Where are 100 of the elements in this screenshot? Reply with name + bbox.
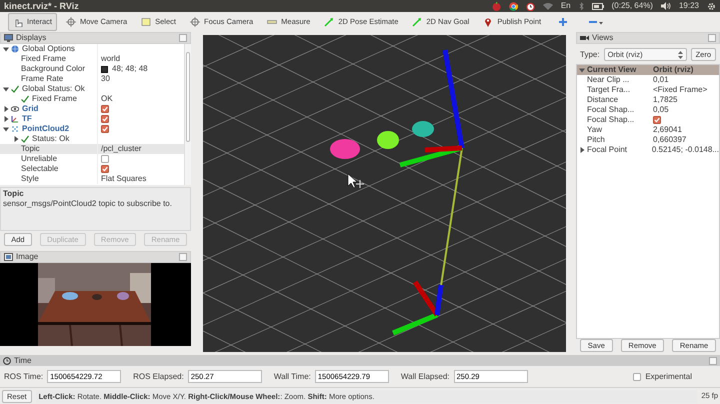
tree-value: 1,7825 <box>653 95 678 105</box>
tree-row[interactable]: Selectable <box>0 164 184 174</box>
tree-label: Global Options <box>22 44 75 54</box>
checkbox[interactable] <box>653 116 661 124</box>
tree-row[interactable]: Yaw 2,69041 <box>577 125 719 135</box>
tree-row[interactable]: Unreliable <box>0 154 184 164</box>
tree-value: 0,01 <box>653 75 669 85</box>
volume-icon[interactable] <box>660 2 671 10</box>
expand-arrow-icon[interactable] <box>579 147 585 153</box>
tree-row[interactable]: Distance 1,7825 <box>577 95 719 105</box>
checkbox-label: Experimental <box>645 372 692 382</box>
tree-label: Near Clip ... <box>587 75 630 85</box>
keyboard-layout[interactable]: En <box>560 1 571 11</box>
apple-icon[interactable] <box>492 2 501 10</box>
tree-label: TF <box>22 114 32 124</box>
expand-arrow-icon[interactable] <box>3 46 9 52</box>
expand-arrow-icon[interactable] <box>3 86 9 92</box>
ruler-icon <box>267 17 278 27</box>
tree-row[interactable]: Global Status: Ok <box>0 84 184 94</box>
field-label: ROS Time: <box>4 372 44 382</box>
window-title: kinect.rviz* - RViz <box>4 1 79 11</box>
tree-label: Focal Point <box>587 145 628 155</box>
clock[interactable]: 19:23 <box>678 1 699 11</box>
tree-row[interactable]: Focal Point 0.52145; -0.0148... <box>577 145 719 155</box>
tree-label: Global Status: Ok <box>22 84 85 94</box>
tree-label: Topic <box>21 144 40 154</box>
image-icon <box>4 253 13 261</box>
crosshair-icon <box>190 17 200 27</box>
tree-label: Target Fra... <box>587 85 630 95</box>
color-swatch-icon[interactable] <box>101 66 108 72</box>
tree-value: OK <box>101 94 113 104</box>
type-label: Type: <box>580 50 600 60</box>
panel-title: Views <box>592 33 614 43</box>
tree-row[interactable]: Pitch 0,660397 <box>577 135 719 145</box>
tree-row[interactable]: Frame Rate 30 <box>0 74 184 84</box>
tree-label: Grid <box>22 104 38 114</box>
tree-value: 48; 48; 48 <box>112 64 148 74</box>
field-label: Wall Time: <box>274 372 311 382</box>
tree-row[interactable]: Focal Shap... <box>577 115 719 125</box>
tree-label: Fixed Frame <box>32 94 77 104</box>
tree-row[interactable]: Fixed Frame world <box>0 54 184 64</box>
tree-row[interactable]: Target Fra... <Fixed Frame> <box>577 85 719 95</box>
settings-icon[interactable] <box>707 2 716 10</box>
tree-label: Background Color <box>21 64 86 74</box>
battery-icon[interactable] <box>592 2 604 10</box>
tree-header-row[interactable]: Current View Orbit (rviz) <box>577 65 719 75</box>
browser-icon[interactable] <box>508 2 518 10</box>
globe-icon <box>11 45 19 53</box>
tree-label: Pitch <box>587 135 605 145</box>
tree-label: Selectable <box>21 164 58 174</box>
arrow-icon <box>324 17 334 27</box>
tree-label: Style <box>21 174 39 184</box>
tree-label: Fixed Frame <box>21 54 66 64</box>
tree-value: 0,660397 <box>653 135 686 145</box>
tree-row[interactable]: Focal Shap... 0,05 <box>577 105 719 115</box>
tree-label: Distance <box>587 95 618 105</box>
tree-row[interactable]: Style Flat Squares <box>0 174 184 184</box>
wifi-icon[interactable] <box>542 2 553 10</box>
checkbox[interactable] <box>101 105 109 113</box>
tree-value: Orbit (rviz) <box>652 65 694 75</box>
checkbox[interactable] <box>101 115 109 123</box>
selection-icon <box>141 17 152 27</box>
axes-icon <box>11 115 19 123</box>
panel-title: Image <box>16 252 38 262</box>
checkbox[interactable] <box>101 155 109 163</box>
expand-arrow-icon[interactable] <box>579 67 585 73</box>
alarm-clock-icon[interactable] <box>526 2 535 10</box>
tree-row[interactable]: Fixed Frame OK <box>0 94 184 104</box>
tree-value: 0.52145; -0.0148... <box>652 145 719 155</box>
tree-row[interactable]: TF <box>0 114 184 124</box>
tree-label: Unreliable <box>21 154 58 164</box>
spinner-arrows-icon <box>678 50 683 58</box>
tree-row[interactable]: Background Color 48; 48; 48 <box>0 64 184 74</box>
battery-status[interactable]: (0:25, 64%) <box>612 1 653 11</box>
tree-row[interactable]: Global Options <box>0 44 184 54</box>
move-icon <box>66 17 76 27</box>
tree-label: Frame Rate <box>21 74 64 84</box>
tree-row[interactable]: Near Clip ... 0,01 <box>577 75 719 85</box>
tree-row[interactable]: PointCloud2 <box>0 124 184 134</box>
tree-label: Status: Ok <box>32 134 70 144</box>
tree-row[interactable]: Topic /pcl_cluster <box>0 144 184 154</box>
bluetooth-icon[interactable] <box>578 2 584 10</box>
expand-arrow-icon[interactable] <box>3 106 9 112</box>
map-pin-icon <box>483 17 494 27</box>
add-icon[interactable] <box>558 17 568 27</box>
monitor-icon <box>4 34 13 42</box>
checkbox[interactable] <box>101 125 109 133</box>
cursor-icon <box>348 174 364 188</box>
tree-value: Flat Squares <box>101 174 146 184</box>
tree-row[interactable]: Grid <box>0 104 184 114</box>
expand-arrow-icon[interactable] <box>3 116 9 122</box>
expand-arrow-icon[interactable] <box>13 136 19 142</box>
panel-title: Time <box>14 356 32 366</box>
checkbox[interactable] <box>101 165 109 173</box>
tree-value: 2,69041 <box>653 125 682 135</box>
tree-value: world <box>101 54 120 64</box>
scrollbar[interactable] <box>184 44 191 185</box>
field-label: Wall Elapsed: <box>400 372 450 382</box>
checkbox[interactable] <box>633 372 642 380</box>
expand-arrow-icon[interactable] <box>3 126 9 132</box>
